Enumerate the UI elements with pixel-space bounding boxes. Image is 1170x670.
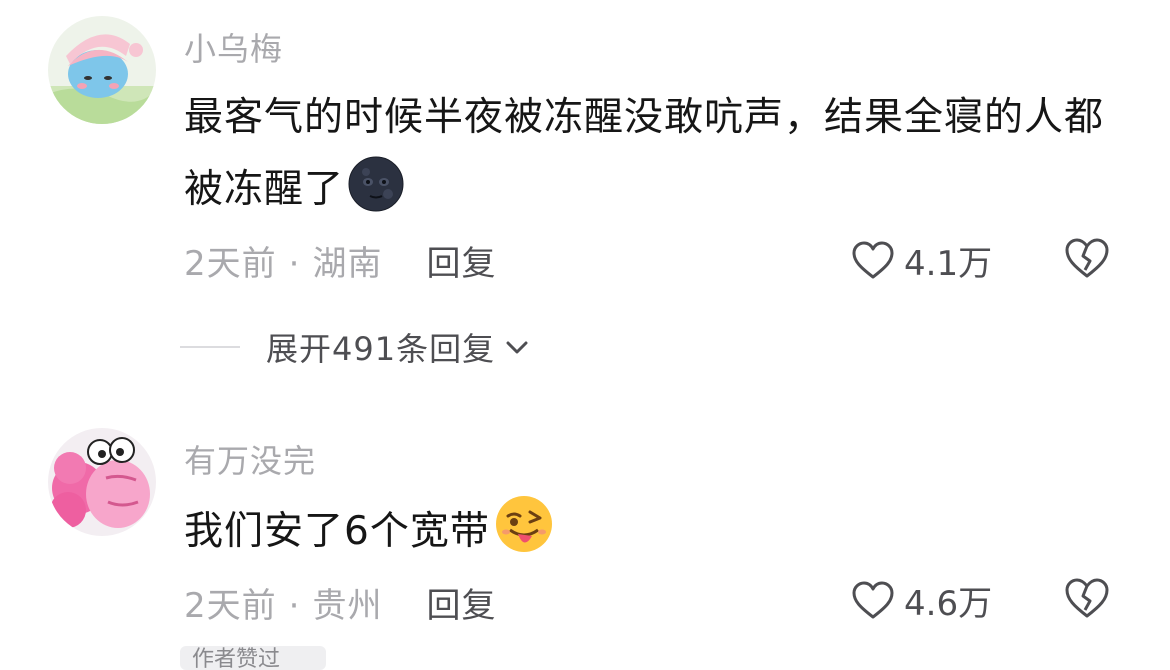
comment-time: 2天前 (184, 586, 277, 626)
comment-text: 最客气的时候半夜被冻醒没敢吭声，结果全寝的人都被冻醒了 (184, 82, 1124, 236)
username[interactable]: 有万没完 (184, 436, 316, 482)
username[interactable]: 小乌梅 (184, 24, 283, 70)
like-count: 4.6万 (904, 584, 993, 624)
like-button[interactable]: 4.6万 (850, 576, 992, 625)
like-count: 4.1万 (904, 244, 993, 284)
dislike-button[interactable] (1062, 574, 1112, 624)
comment-meta: 2天前 · 贵州 回复 (184, 578, 496, 627)
divider (180, 346, 240, 348)
comment-text-body: 我们安了6个宽带 (184, 509, 490, 554)
avatar[interactable] (48, 16, 156, 124)
comment-item: 小乌梅 最客气的时候半夜被冻醒没敢吭声，结果全寝的人都被冻醒了 2天前 · 湖南 回复… (0, 0, 1170, 400)
comment-item: 有万没完 我们安了6个宽带 2天前 · 贵州 回复 4.6万 (0, 400, 1170, 658)
winking-face-with-tongue-emoji-icon (494, 494, 554, 578)
like-button[interactable]: 4.1万 (850, 236, 992, 285)
comment-text-body: 最客气的时候半夜被冻醒没敢吭声，结果全寝的人都被冻醒了 (184, 95, 1105, 212)
comment-location: 贵州 (312, 586, 383, 626)
comment-time: 2天前 (184, 244, 277, 284)
heart-outline-icon (850, 238, 896, 284)
expand-replies-button[interactable]: 展开491条回复 (180, 324, 531, 370)
broken-heart-icon (1062, 574, 1112, 624)
new-moon-face-emoji-icon (348, 156, 404, 236)
author-liked-badge: 作者赞过 (180, 646, 326, 670)
expand-replies-label: 展开491条回复 (266, 330, 496, 368)
meta-separator: · (288, 586, 301, 626)
comment-text: 我们安了6个宽带 (184, 494, 1124, 578)
chevron-down-icon (503, 333, 531, 361)
reply-button[interactable]: 回复 (426, 244, 496, 284)
meta-separator: · (288, 244, 301, 284)
comment-location: 湖南 (312, 244, 383, 284)
avatar[interactable] (48, 428, 156, 536)
dislike-button[interactable] (1062, 234, 1112, 284)
reply-button[interactable]: 回复 (426, 586, 496, 626)
broken-heart-icon (1062, 234, 1112, 284)
comment-meta: 2天前 · 湖南 回复 (184, 236, 496, 285)
heart-outline-icon (850, 578, 896, 624)
